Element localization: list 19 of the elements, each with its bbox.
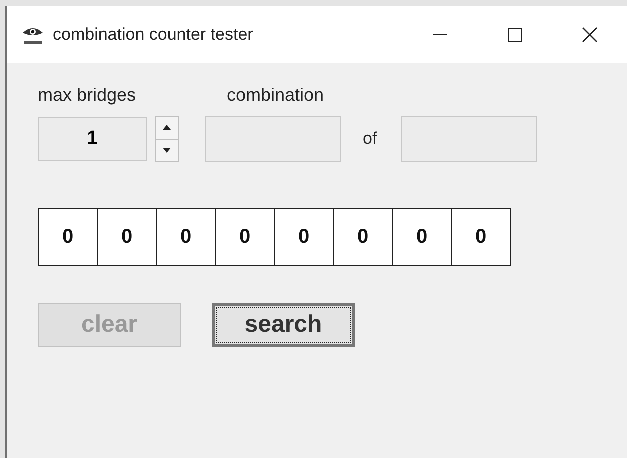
close-icon[interactable] [580,26,598,44]
digit-cell: 0 [157,209,216,265]
digit-cell: 0 [393,209,452,265]
field-label: combination [227,85,324,106]
digit-cell: 0 [334,209,393,265]
input-field[interactable] [401,116,538,162]
digit-cell: 0 [275,209,334,265]
digit-cell: 0 [452,209,510,265]
field-label: max bridges [38,85,138,106]
search-button[interactable]: search [212,303,355,347]
input-field[interactable] [205,116,341,162]
digit-cell: 0 [98,209,157,265]
maximize-icon[interactable] [506,26,522,42]
digit-cell: 0 [216,209,275,265]
spin-field[interactable]: 1 [38,117,147,161]
digit-cell: 0 [39,209,98,265]
window-title: combination counter tester [53,24,254,44]
separator-label: of [363,129,378,149]
spin-buttons[interactable] [155,116,179,162]
